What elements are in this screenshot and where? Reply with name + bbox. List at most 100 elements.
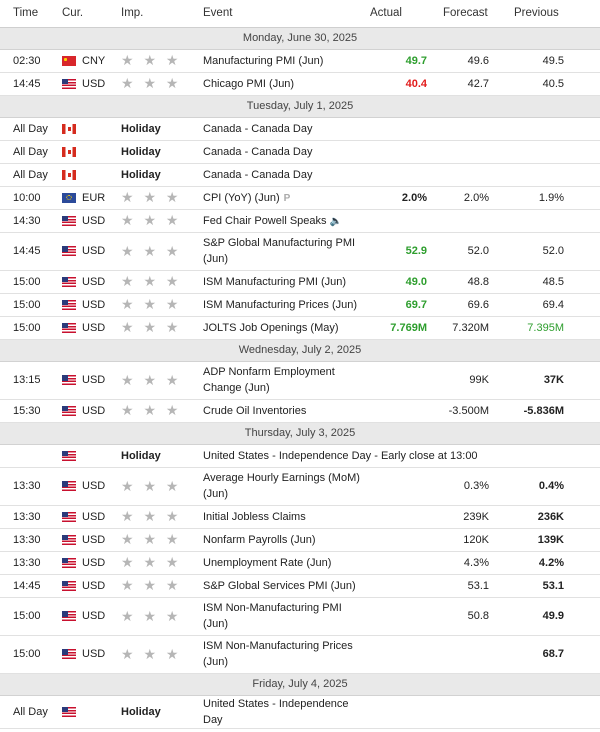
event-name[interactable]: Fed Chair Powell Speaks 🔈 xyxy=(202,209,369,233)
header-event[interactable]: Event xyxy=(202,0,369,28)
event-title[interactable]: S&P Global Manufacturing PMI (Jun) xyxy=(203,237,355,265)
event-row[interactable]: All Day Holiday Canada - Canada Day xyxy=(0,117,600,141)
day-header-label: Thursday, July 3, 2025 xyxy=(0,421,600,445)
star-icon: ★ ★ ★ xyxy=(121,189,182,205)
event-name[interactable]: Chicago PMI (Jun) xyxy=(202,72,369,96)
star-icon: ★ ★ ★ xyxy=(121,645,182,662)
event-title[interactable]: JOLTS Job Openings (May) xyxy=(203,322,339,334)
event-time: 14:45 xyxy=(0,72,62,96)
event-name[interactable]: Manufacturing PMI (Jun) xyxy=(202,49,369,73)
event-time: 13:15 xyxy=(0,361,62,400)
event-title[interactable]: ISM Manufacturing PMI (Jun) xyxy=(203,276,346,288)
event-previous: 53.1 xyxy=(489,574,600,598)
event-previous: 52.0 xyxy=(489,232,600,271)
event-row[interactable]: 13:30 USD ★ ★ ★ Initial Jobless Claims 239K 2… xyxy=(0,505,600,529)
header-importance[interactable]: Imp. xyxy=(121,0,202,28)
star-icon: ★ ★ ★ xyxy=(121,75,182,91)
event-currency: USD xyxy=(62,293,121,317)
us-flag-icon xyxy=(62,580,76,591)
event-title[interactable]: Canada - Canada Day xyxy=(203,123,312,135)
economic-calendar-table: Time Cur. Imp. Event Actual Forecast Pre… xyxy=(0,0,600,729)
event-currency: USD xyxy=(62,361,121,400)
event-name[interactable]: Crude Oil Inventories xyxy=(202,399,369,423)
event-name[interactable]: Canada - Canada Day xyxy=(202,163,369,187)
event-title[interactable]: Canada - Canada Day xyxy=(203,146,312,158)
event-name[interactable]: Average Hourly Earnings (MoM) (Jun) xyxy=(202,467,369,506)
event-title[interactable]: Crude Oil Inventories xyxy=(203,405,306,417)
event-title[interactable]: ADP Nonfarm Employment Change (Jun) xyxy=(203,366,335,394)
event-name[interactable]: JOLTS Job Openings (May) xyxy=(202,316,369,340)
event-name[interactable]: Canada - Canada Day xyxy=(202,140,369,164)
event-name[interactable]: Initial Jobless Claims xyxy=(202,505,369,529)
event-name[interactable]: United States - Independence Day xyxy=(202,695,369,729)
event-name[interactable]: ADP Nonfarm Employment Change (Jun) xyxy=(202,361,369,400)
header-currency[interactable]: Cur. xyxy=(62,0,121,28)
event-row[interactable]: 15:00 USD ★ ★ ★ ISM Manufacturing Prices (J… xyxy=(0,293,600,317)
event-title[interactable]: Unemployment Rate (Jun) xyxy=(203,557,331,569)
header-forecast[interactable]: Forecast xyxy=(427,0,489,28)
event-title[interactable]: S&P Global Services PMI (Jun) xyxy=(203,580,356,592)
event-row[interactable]: 14:45 USD ★ ★ ★ S&P Global Manufacturing PM… xyxy=(0,232,600,271)
event-title[interactable]: United States - Independence Day xyxy=(203,698,349,726)
event-currency: USD xyxy=(62,551,121,575)
event-row[interactable]: 15:30 USD ★ ★ ★ Crude Oil Inventories -3.500… xyxy=(0,399,600,423)
event-title[interactable]: Initial Jobless Claims xyxy=(203,511,306,523)
event-actual xyxy=(369,209,427,233)
event-name[interactable]: CPI (YoY) (Jun) P xyxy=(202,186,369,210)
event-row[interactable]: 02:30 CNY ★ ★ ★ Manufacturing PMI (Jun) 49.7… xyxy=(0,49,600,73)
star-icon: ★ ★ ★ xyxy=(121,212,182,228)
event-row[interactable]: 14:30 USD ★ ★ ★ Fed Chair Powell Speaks 🔈 xyxy=(0,209,600,233)
event-title[interactable]: Canada - Canada Day xyxy=(203,169,312,181)
event-row[interactable]: 13:30 USD ★ ★ ★ Unemployment Rate (Jun) 4.3%… xyxy=(0,551,600,575)
currency-code: USD xyxy=(82,648,106,660)
event-title[interactable]: Manufacturing PMI (Jun) xyxy=(203,55,323,67)
event-name[interactable]: ISM Manufacturing PMI (Jun) xyxy=(202,270,369,294)
event-row[interactable]: 15:00 USD ★ ★ ★ ISM Non-Manufacturing Price… xyxy=(0,635,600,674)
event-row[interactable]: 13:30 USD ★ ★ ★ Nonfarm Payrolls (Jun) 120K 1… xyxy=(0,528,600,552)
event-row[interactable]: 15:00 USD ★ ★ ★ ISM Manufacturing PMI (Jun)… xyxy=(0,270,600,294)
event-currency: CNY xyxy=(62,49,121,73)
day-header-label: Monday, June 30, 2025 xyxy=(0,26,600,50)
event-title[interactable]: Nonfarm Payrolls (Jun) xyxy=(203,534,315,546)
event-row[interactable]: 13:30 USD ★ ★ ★ Average Hourly Earnings (Mo… xyxy=(0,467,600,506)
event-row[interactable]: All Day Holiday United States - Independen… xyxy=(0,695,600,729)
event-title[interactable]: ISM Non-Manufacturing PMI (Jun) xyxy=(203,602,342,630)
us-flag-icon xyxy=(62,611,76,622)
event-title[interactable]: Average Hourly Earnings (MoM) (Jun) xyxy=(203,472,360,500)
event-row[interactable]: Holiday United States - Independence Day … xyxy=(0,444,600,468)
holiday-label: Holiday xyxy=(121,117,202,141)
event-name[interactable]: ISM Non-Manufacturing PMI (Jun) xyxy=(202,597,369,636)
currency-code: USD xyxy=(82,321,106,334)
event-row[interactable]: 15:00 USD ★ ★ ★ ISM Non-Manufacturing PMI (… xyxy=(0,597,600,636)
event-time: 13:30 xyxy=(0,467,62,506)
event-title[interactable]: Chicago PMI (Jun) xyxy=(203,78,294,90)
event-name[interactable]: S&P Global Manufacturing PMI (Jun) xyxy=(202,232,369,271)
header-previous[interactable]: Previous xyxy=(489,0,600,28)
event-name[interactable]: ISM Non-Manufacturing Prices (Jun) xyxy=(202,635,369,674)
event-previous xyxy=(489,209,600,233)
event-previous: 49.9 xyxy=(489,597,600,636)
header-actual[interactable]: Actual xyxy=(369,0,427,28)
event-name[interactable]: ISM Manufacturing Prices (Jun) xyxy=(202,293,369,317)
event-currency: USD xyxy=(62,528,121,552)
event-title[interactable]: Fed Chair Powell Speaks xyxy=(203,215,327,227)
event-row[interactable]: All Day Holiday Canada - Canada Day xyxy=(0,140,600,164)
event-forecast: 48.8 xyxy=(427,270,489,294)
event-row[interactable]: All Day Holiday Canada - Canada Day xyxy=(0,163,600,187)
event-forecast: -3.500M xyxy=(427,399,489,423)
event-title[interactable]: ISM Manufacturing Prices (Jun) xyxy=(203,299,357,311)
event-row[interactable]: 14:45 USD ★ ★ ★ Chicago PMI (Jun) 40.4 42.7 40… xyxy=(0,72,600,96)
event-row[interactable]: 13:15 USD ★ ★ ★ ADP Nonfarm Employment Chan… xyxy=(0,361,600,400)
event-name[interactable]: United States - Independence Day - Early… xyxy=(202,444,600,468)
header-time[interactable]: Time xyxy=(0,0,62,28)
event-title[interactable]: ISM Non-Manufacturing Prices (Jun) xyxy=(203,640,353,668)
event-name[interactable]: Unemployment Rate (Jun) xyxy=(202,551,369,575)
event-row[interactable]: 10:00 EUR ★ ★ ★ CPI (YoY) (Jun) P 2.0% 2.0% 1.9… xyxy=(0,186,600,210)
event-name[interactable]: S&P Global Services PMI (Jun) xyxy=(202,574,369,598)
event-row[interactable]: 14:45 USD ★ ★ ★ S&P Global Services PMI (Ju… xyxy=(0,574,600,598)
event-name[interactable]: Nonfarm Payrolls (Jun) xyxy=(202,528,369,552)
event-name[interactable]: Canada - Canada Day xyxy=(202,117,369,141)
event-row[interactable]: 15:00 USD ★ ★ ★ JOLTS Job Openings (May) 7.7… xyxy=(0,316,600,340)
event-title[interactable]: CPI (YoY) (Jun) xyxy=(203,192,280,204)
event-title[interactable]: United States - Independence Day - Early… xyxy=(203,450,478,462)
